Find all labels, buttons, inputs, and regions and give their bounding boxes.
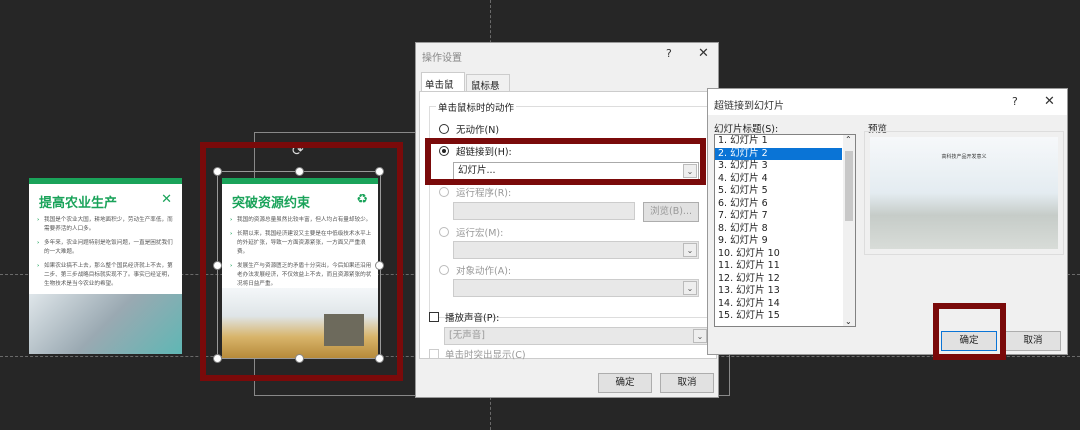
slide-list-item[interactable]: 14. 幻灯片 14 — [715, 298, 842, 311]
help-button[interactable]: ? — [1012, 95, 1018, 108]
dialog-title: 超链接到幻灯片 — [714, 101, 784, 112]
tab-click[interactable]: 单击鼠标 — [421, 72, 465, 105]
ok-button[interactable]: 确定 — [598, 373, 652, 393]
scroll-down-icon[interactable]: ⌄ — [845, 317, 852, 326]
cancel-button[interactable]: 取消 — [1005, 331, 1061, 351]
help-button[interactable]: ? — [666, 47, 672, 60]
radio-run-program[interactable] — [439, 187, 449, 197]
tab-panel: 单击鼠标时的动作 无动作(N) 超链接到(H): 幻灯片... ⌄ 运行程序(R)… — [419, 91, 717, 361]
chevron-down-icon: ⌄ — [693, 329, 707, 343]
highlight-box — [933, 303, 1006, 360]
slide-list-item[interactable]: 3. 幻灯片 3 — [715, 160, 842, 173]
highlight-box — [200, 142, 403, 381]
radio-run-macro[interactable] — [439, 227, 449, 237]
scrollbar-thumb[interactable] — [845, 151, 853, 221]
radio-object-action[interactable] — [439, 265, 449, 275]
slide-list-item[interactable]: 9. 幻灯片 9 — [715, 235, 842, 248]
slide-list-item[interactable]: 4. 幻灯片 4 — [715, 173, 842, 186]
macro-select[interactable]: ⌄ — [453, 241, 699, 259]
play-sound-label: 播放声音(P): — [445, 313, 500, 324]
tab-hover[interactable]: 鼠标悬停 — [466, 74, 510, 106]
object-action-label: 对象动作(A): — [456, 266, 512, 277]
cancel-button[interactable]: 取消 — [660, 373, 714, 393]
card-title: 提高农业生产 — [39, 196, 118, 211]
slide-list-item[interactable]: 2. 幻灯片 2 — [715, 147, 842, 160]
slide-list-label: 幻灯片标题(S): — [714, 124, 779, 135]
lab-photo — [29, 294, 182, 354]
card-bullet: 多年来，农业问题特别是吃饭问题，一直是困扰我们的一大难题。 — [37, 239, 176, 257]
group-label: 单击鼠标时的动作 — [436, 100, 517, 114]
chevron-down-icon: ⌄ — [683, 281, 697, 295]
slide-list-item[interactable]: 10. 幻灯片 10 — [715, 248, 842, 261]
highlight-label: 单击时突出显示(C) — [445, 350, 526, 361]
slide-list-item[interactable]: 13. 幻灯片 13 — [715, 285, 842, 298]
slide-list-item[interactable]: 12. 幻灯片 12 — [715, 273, 842, 286]
slide-list-item[interactable]: 5. 幻灯片 5 — [715, 185, 842, 198]
action-settings-dialog: 操作设置 ? ✕ 单击鼠标 鼠标悬停 单击鼠标时的动作 无动作(N) 超链接到(… — [415, 42, 719, 398]
browse-button[interactable]: 浏览(B)... — [643, 202, 699, 222]
slide-list[interactable]: 1. 幻灯片 1 2. 幻灯片 2 3. 幻灯片 3 4. 幻灯片 4 5. 幻灯片 5… — [714, 134, 856, 327]
preview-box: 高科技产品开发意义 — [864, 131, 1064, 255]
card-bullet: 如果农业搞不上去，那么整个国民经济就上不去，第二步、第三步战略目标就实现不了。事… — [37, 262, 176, 289]
slide-list-item[interactable]: 15. 幻灯片 15 — [715, 310, 842, 323]
sound-value: [无声音] — [449, 330, 485, 341]
slide-list-item[interactable]: 7. 幻灯片 7 — [715, 210, 842, 223]
run-macro-label: 运行宏(M): — [456, 228, 504, 239]
preview-slide-title: 高科技产品开发意义 — [941, 154, 987, 160]
scrollbar[interactable]: ⌃ ⌄ — [843, 135, 855, 326]
slide-list-item[interactable]: 8. 幻灯片 8 — [715, 223, 842, 236]
sound-select[interactable]: [无声音] ⌄ — [444, 327, 709, 345]
radio-no-action[interactable] — [439, 124, 449, 134]
program-path-input[interactable] — [453, 202, 635, 220]
no-action-label: 无动作(N) — [456, 125, 500, 136]
scroll-up-icon[interactable]: ⌃ — [845, 135, 852, 144]
object-action-select[interactable]: ⌄ — [453, 279, 699, 297]
hyperlink-slide-dialog: 超链接到幻灯片 ? ✕ 幻灯片标题(S): 1. 幻灯片 1 2. 幻灯片 2 3.… — [707, 88, 1068, 355]
slide-list-item[interactable]: 11. 幻灯片 11 — [715, 260, 842, 273]
highlight-box — [425, 138, 706, 185]
highlight-checkbox[interactable] — [429, 349, 439, 359]
preview-image: 高科技产品开发意义 — [870, 137, 1058, 249]
slide-list-item[interactable]: 1. 幻灯片 1 — [715, 135, 842, 148]
close-button[interactable]: ✕ — [1044, 94, 1055, 109]
play-sound-checkbox[interactable] — [429, 312, 439, 322]
run-program-label: 运行程序(R): — [456, 188, 512, 199]
slide-list-item[interactable]: 6. 幻灯片 6 — [715, 198, 842, 211]
chevron-down-icon: ⌄ — [683, 243, 697, 257]
dialog-title: 操作设置 — [422, 53, 462, 64]
dna-icon: ✕ — [161, 192, 172, 207]
close-button[interactable]: ✕ — [698, 46, 709, 61]
card-bullet: 我国是个农业大国，耕地面积少，劳动生产率低，而需要养活的人口多。 — [37, 216, 176, 234]
slide-card-agriculture[interactable]: 提高农业生产 ✕ 我国是个农业大国，耕地面积少，劳动生产率低，而需要养活的人口多… — [29, 178, 182, 354]
